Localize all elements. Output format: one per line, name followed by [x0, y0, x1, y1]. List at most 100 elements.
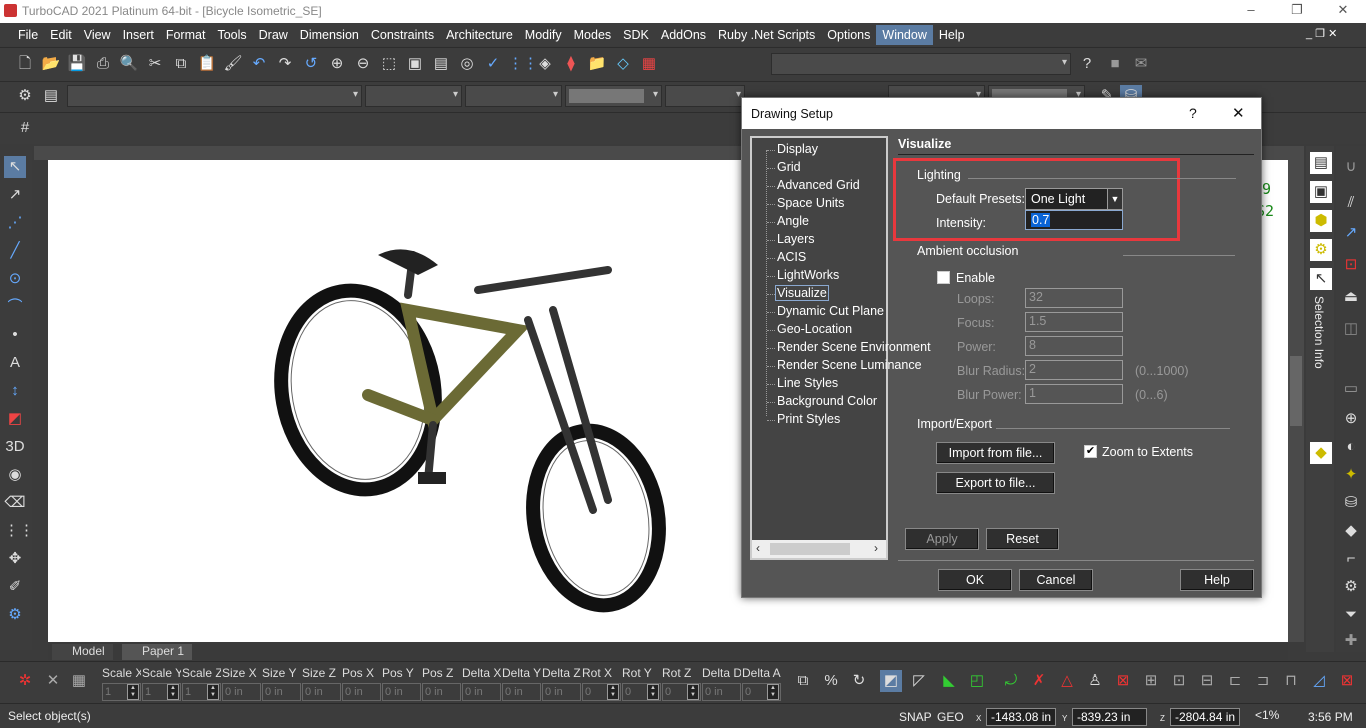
brush-icon[interactable]: ✐: [4, 576, 26, 598]
menu-architecture[interactable]: Architecture: [440, 25, 519, 45]
scroll-right-icon[interactable]: ›: [874, 541, 878, 555]
snap-icon[interactable]: ♙: [1084, 670, 1106, 692]
shape-icon[interactable]: ◐: [1340, 436, 1362, 458]
geo-toggle[interactable]: GEO: [937, 710, 964, 724]
snap-icon[interactable]: ⋮⋮: [4, 520, 34, 542]
ao-field-input[interactable]: 1.5: [1025, 312, 1123, 332]
snap-mode-icon[interactable]: ◩: [880, 670, 902, 692]
arc-icon[interactable]: ⌒: [4, 296, 26, 318]
cut-icon[interactable]: ✂: [144, 53, 166, 75]
stack-icon[interactable]: ◫: [1340, 318, 1362, 340]
scroll-thumb[interactable]: [770, 543, 850, 555]
eraser-icon[interactable]: ⌫: [4, 492, 26, 514]
inspector-field-input[interactable]: 0 in: [222, 683, 261, 701]
help-pointer-icon[interactable]: ?: [1076, 53, 1098, 75]
gear-icon[interactable]: ⚙: [4, 604, 26, 626]
spinner-icon[interactable]: ▲ ▼: [687, 684, 699, 700]
palette-tab-icon[interactable]: ▣: [1310, 181, 1332, 203]
inspector-field-input[interactable]: 0 in: [302, 683, 341, 701]
snap-icon[interactable]: ⊠: [1336, 670, 1358, 692]
ok-button[interactable]: OK: [938, 569, 1012, 591]
ao-field-input[interactable]: 1: [1025, 384, 1123, 404]
snap-grid-icon[interactable]: ⋮⋮: [508, 53, 538, 75]
chevron-down-icon[interactable]: ▼: [1107, 189, 1122, 209]
tree-item[interactable]: Dynamic Cut Plane: [777, 304, 884, 318]
hatch-icon[interactable]: ◩: [4, 408, 26, 430]
table-icon[interactable]: ▦: [68, 670, 90, 692]
settings-palette-icon[interactable]: ⚙: [1310, 239, 1332, 261]
menu-window[interactable]: Window: [876, 24, 933, 45]
snap-icon[interactable]: ⊏: [1224, 670, 1246, 692]
tree-horizontal-scrollbar[interactable]: ‹ ›: [752, 540, 886, 558]
layer-icon[interactable]: ▤: [40, 85, 62, 107]
zoom-out-icon[interactable]: ⊖: [352, 53, 374, 75]
inspector-field-input[interactable]: 0 in: [382, 683, 421, 701]
inspector-field-input[interactable]: 0 in: [422, 683, 461, 701]
vertical-scrollbar[interactable]: [1288, 146, 1304, 642]
snap-icon[interactable]: ✗: [1028, 670, 1050, 692]
close-button[interactable]: ✕: [1320, 2, 1366, 20]
transform-icon[interactable]: ⧉: [792, 670, 814, 692]
snap-icon[interactable]: ⊐: [1252, 670, 1274, 692]
inspector-field-input[interactable]: 0 ▲ ▼: [662, 683, 701, 701]
inspector-field-input[interactable]: 0 in: [502, 683, 541, 701]
tab-model[interactable]: Model: [52, 644, 113, 660]
menu-constraints[interactable]: Constraints: [365, 25, 440, 45]
cylinder-icon[interactable]: ⛁: [1340, 492, 1362, 514]
redo-icon[interactable]: ↷: [274, 53, 296, 75]
spinner-icon[interactable]: ▲ ▼: [167, 684, 179, 700]
snap-icon[interactable]: ⊠: [1112, 670, 1134, 692]
inspector-field-input[interactable]: 0 in: [262, 683, 301, 701]
tree-item[interactable]: Geo-Location: [777, 322, 852, 336]
tree-item[interactable]: Display: [777, 142, 818, 156]
print-preview-icon[interactable]: 🔍: [118, 53, 140, 75]
menu-dimension[interactable]: Dimension: [294, 25, 365, 45]
undo-icon[interactable]: ↶: [248, 53, 270, 75]
snap-toggle[interactable]: SNAP: [899, 710, 932, 724]
dialog-help-button[interactable]: ?: [1189, 105, 1197, 121]
snap-icon[interactable]: ⊡: [1168, 670, 1190, 692]
tree-item[interactable]: Render Scene Environment: [777, 340, 931, 354]
layer-dropdown[interactable]: [67, 85, 362, 107]
tree-item[interactable]: Layers: [777, 232, 815, 246]
zoom-to-extents-checkbox[interactable]: ✔: [1084, 445, 1097, 458]
spinner-icon[interactable]: ▲ ▼: [647, 684, 659, 700]
spell-check-icon[interactable]: ✓: [482, 53, 504, 75]
tree-item[interactable]: Background Color: [777, 394, 877, 408]
maximize-button[interactable]: ❐: [1274, 2, 1320, 20]
tree-item[interactable]: Angle: [777, 214, 809, 228]
dialog-close-button[interactable]: ✕: [1232, 104, 1245, 122]
edit-tool-icon[interactable]: ↗: [4, 184, 26, 206]
diamond-icon[interactable]: ◆: [1340, 520, 1362, 542]
tab-paper-1[interactable]: Paper 1: [122, 644, 193, 660]
plus-icon[interactable]: ✚: [1340, 630, 1362, 652]
format-painter-icon[interactable]: 🖌: [222, 53, 244, 75]
point-icon[interactable]: ⋰: [4, 212, 26, 234]
circle-icon[interactable]: ⊙: [4, 268, 26, 290]
zoom-page-icon[interactable]: ▤: [430, 53, 452, 75]
spinner-icon[interactable]: ▲ ▼: [607, 684, 619, 700]
zoom-in-icon[interactable]: ⊕: [326, 53, 348, 75]
layers-icon[interactable]: ◇: [612, 53, 634, 75]
tree-item[interactable]: Visualize: [775, 285, 829, 301]
toolbar-icon-a[interactable]: ■: [1104, 53, 1126, 75]
snap-icon[interactable]: ⊞: [1140, 670, 1162, 692]
inspector-field-input[interactable]: 0 in: [542, 683, 581, 701]
dot-icon[interactable]: •: [4, 324, 26, 346]
x-coordinate[interactable]: -1483.08 in: [986, 708, 1057, 726]
3d-icon[interactable]: 3D: [4, 436, 26, 458]
menu-addons[interactable]: AddOns: [655, 25, 712, 45]
y-coordinate[interactable]: -839.23 in: [1072, 708, 1147, 726]
menu-file[interactable]: File: [12, 25, 44, 45]
tab-selection-info[interactable]: Selection Info: [1312, 296, 1326, 369]
snap-icon[interactable]: ⤾: [1000, 670, 1022, 692]
open-icon[interactable]: 📂: [40, 53, 62, 75]
default-presets-dropdown[interactable]: One Light ▼: [1025, 188, 1123, 210]
lineweight-dropdown[interactable]: [665, 85, 745, 107]
extend-icon[interactable]: ↗: [1340, 222, 1362, 244]
mdi-controls[interactable]: _ ❐ ✕: [1306, 27, 1337, 40]
trim-icon[interactable]: ⫽: [1340, 192, 1362, 214]
cancel-button[interactable]: Cancel: [1019, 569, 1093, 591]
tree-item[interactable]: Grid: [777, 160, 801, 174]
inspector-field-input[interactable]: 0 in: [462, 683, 501, 701]
